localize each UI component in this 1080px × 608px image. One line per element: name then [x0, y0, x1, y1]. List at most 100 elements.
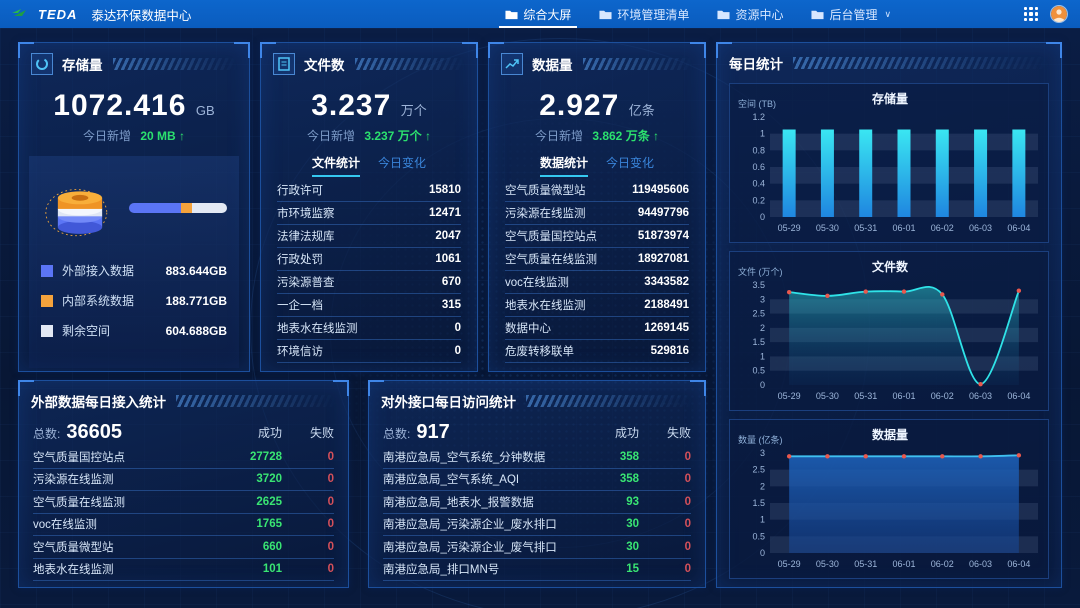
table-row: 空气质量在线监测 18927081 [505, 248, 689, 271]
external-access-table: 空气质量国控站点277280污染源在线监测37200空气质量在线监测26250v… [33, 446, 334, 581]
svg-text:1: 1 [760, 351, 765, 361]
fail-value: 0 [282, 563, 334, 575]
api-total-value: 917 [416, 421, 449, 444]
legend-label: 内部系统数据 [62, 292, 166, 309]
tab[interactable]: 今日变化 [378, 154, 426, 177]
data-unit: 亿条 [629, 103, 655, 118]
row-value: 315 [442, 299, 461, 311]
nav-item-label: 后台管理 [829, 6, 877, 23]
fail-value: 0 [639, 451, 691, 463]
nav-item[interactable]: 环境管理清单 [585, 0, 703, 28]
chart-svg: 存储量空间 (TB)00.20.40.60.811.205-2905-3005-… [732, 87, 1048, 239]
header-hatch-decoration [176, 395, 336, 407]
storage-card: 存储量 1072.416 GB 今日新增 20 MB ↑ [18, 42, 250, 372]
external-access-card: 外部数据每日接入统计 总数: 36605 成功 失败 空气质量国控站点27728… [18, 380, 349, 588]
external-access-title: 外部数据每日接入统计 [31, 391, 166, 411]
svg-text:05-31: 05-31 [854, 223, 877, 233]
folder-icon [811, 9, 824, 20]
data-delta-value: 3.862 万条 ↑ [592, 129, 659, 143]
row-value: 0 [455, 345, 461, 357]
row-label: voc在线监测 [505, 274, 569, 290]
row-value: 3343582 [644, 276, 689, 288]
table-row: 南港应急局_空气系统_AQI3580 [383, 469, 691, 492]
storage-usage-bar [129, 203, 227, 213]
legend-label: 剩余空间 [62, 322, 166, 339]
svg-text:05-30: 05-30 [816, 559, 839, 569]
row-value: 670 [442, 276, 461, 288]
row-label: 法律法规库 [277, 228, 335, 244]
header-hatch-decoration [355, 58, 466, 70]
table-row: 南港应急局_污染源企业_废气排口300 [383, 536, 691, 559]
svg-text:06-04: 06-04 [1007, 391, 1030, 401]
legend-value: 883.644GB [166, 264, 227, 278]
row-value: 18927081 [638, 253, 689, 265]
legend-value: 188.771GB [166, 294, 227, 308]
apps-grid-icon[interactable] [1024, 7, 1038, 21]
success-value: 3720 [218, 473, 282, 485]
svg-text:05-30: 05-30 [816, 223, 839, 233]
user-avatar[interactable] [1050, 5, 1068, 23]
svg-text:05-30: 05-30 [816, 391, 839, 401]
row-label: 行政许可 [277, 182, 323, 198]
nav-item[interactable]: 后台管理∨ [797, 0, 905, 28]
table-row: 地表水在线监测1010 [33, 559, 334, 582]
svg-text:数据量: 数据量 [872, 427, 908, 442]
svg-text:06-03: 06-03 [969, 223, 992, 233]
files-delta-label: 今日新增 [307, 129, 355, 143]
api-visit-card: 对外接口每日访问统计 总数: 917 成功 失败 南港应急局_空气系统_分钟数据… [368, 380, 706, 588]
tab[interactable]: 今日变化 [606, 154, 654, 177]
svg-text:06-01: 06-01 [892, 391, 915, 401]
nav-item-label: 综合大屏 [523, 6, 571, 23]
table-row: voc在线监测17650 [33, 514, 334, 537]
table-row: 空气质量微型站6600 [33, 536, 334, 559]
table-row: 空气质量微型站119495606 [505, 179, 689, 202]
row-label: 空气质量在线监测 [33, 494, 218, 510]
svg-text:06-01: 06-01 [892, 223, 915, 233]
files-stat-table: 行政许可15810市环境监察12471法律法规库2047行政处罚1061污染源普… [277, 179, 461, 363]
nav-item-label: 环境管理清单 [617, 6, 689, 23]
nav-item[interactable]: 资源中心 [703, 0, 797, 28]
data-card: 数据量 2.927 亿条 今日新增 3.862 万条 ↑ 数据统计今日变化 空气… [488, 42, 706, 372]
external-total-value: 36605 [66, 421, 122, 444]
tab[interactable]: 数据统计 [540, 154, 588, 177]
svg-text:06-03: 06-03 [969, 559, 992, 569]
row-value: 12471 [429, 207, 461, 219]
row-label: 空气质量在线监测 [505, 251, 597, 267]
svg-text:06-02: 06-02 [931, 223, 954, 233]
svg-text:05-29: 05-29 [778, 559, 801, 569]
table-row: 地表水在线监测2188491 [505, 294, 689, 317]
row-label: 空气质量国控站点 [33, 449, 218, 465]
svg-text:数量 (亿条): 数量 (亿条) [738, 434, 783, 445]
storage-value: 1072.416 [53, 89, 186, 122]
svg-text:06-01: 06-01 [892, 559, 915, 569]
storage-card-header: 存储量 [19, 43, 249, 81]
tab[interactable]: 文件统计 [312, 154, 360, 177]
svg-text:05-31: 05-31 [854, 391, 877, 401]
usage-bar-segment [192, 203, 227, 213]
svg-text:1: 1 [760, 129, 765, 139]
svg-text:文件数: 文件数 [872, 259, 909, 274]
row-value: 119495606 [632, 184, 689, 196]
folder-icon [599, 9, 612, 20]
legend-swatch [41, 325, 53, 337]
table-row: 数据中心1269145 [505, 317, 689, 340]
row-value: 15810 [429, 184, 461, 196]
row-label: 行政处罚 [277, 251, 323, 267]
header-hatch-decoration [583, 58, 694, 70]
svg-text:0: 0 [760, 380, 765, 390]
storage-circle-icon [31, 53, 53, 75]
data-value: 2.927 [539, 89, 619, 122]
legend-value: 604.688GB [166, 324, 227, 338]
svg-text:0.8: 0.8 [752, 145, 765, 155]
nav-item[interactable]: 综合大屏 [491, 0, 585, 28]
daily-storage-chart: 存储量空间 (TB)00.20.40.60.811.205-2905-3005-… [729, 83, 1049, 243]
legend-swatch [41, 295, 53, 307]
row-label: 南港应急局_地表水_报警数据 [383, 494, 575, 510]
header-hatch-decoration [526, 395, 693, 407]
fail-value: 0 [282, 473, 334, 485]
table-row: 污染源在线监测37200 [33, 469, 334, 492]
row-label: 污染源普查 [277, 274, 335, 290]
row-label: 南港应急局_污染源企业_废气排口 [383, 539, 575, 555]
row-label: 南港应急局_空气系统_AQI [383, 471, 575, 487]
success-value: 30 [575, 541, 639, 553]
